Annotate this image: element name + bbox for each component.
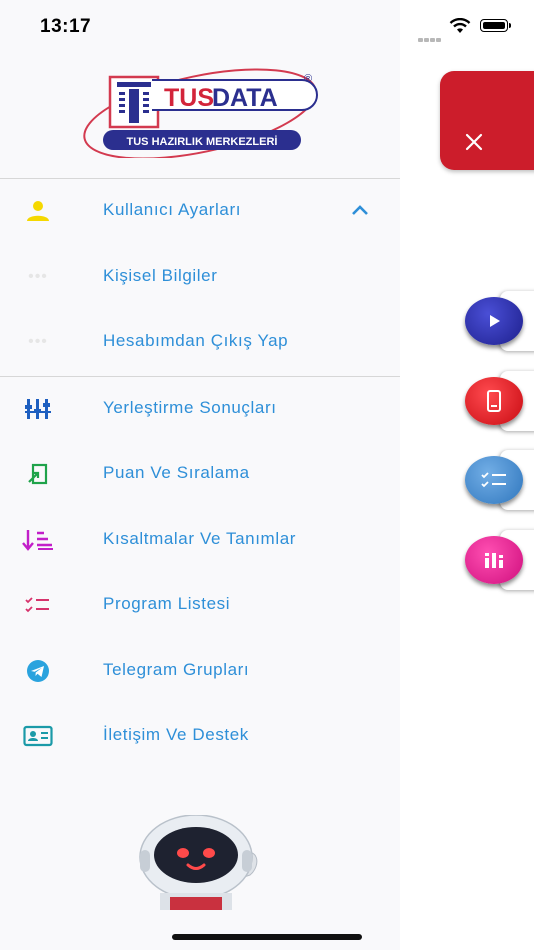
menu-item-score-ranking[interactable]: Puan Ve Sıralama <box>0 444 400 504</box>
menu-label: Kısaltmalar Ve Tanımlar <box>103 529 297 548</box>
menu-item-contact-support[interactable]: İletişim Ve Destek <box>0 706 400 766</box>
home-indicator[interactable] <box>172 934 362 940</box>
menu-item-telegram-groups[interactable]: Telegram Grupları <box>0 641 400 701</box>
wifi-icon <box>449 18 471 33</box>
menu-label: Hesabımdan Çıkış Yap <box>103 331 289 350</box>
dots-icon: ••• <box>28 268 48 285</box>
signal-icon <box>418 29 442 47</box>
menu-item-personal-info[interactable]: ••• Kişisel Bilgiler <box>0 247 400 307</box>
score-icon <box>22 462 54 486</box>
divider <box>0 178 400 179</box>
menu-label: Telegram Grupları <box>103 660 250 679</box>
menu-label: Kullanıcı Ayarları <box>103 200 242 219</box>
menu-item-abbreviations[interactable]: Kısaltmalar Ve Tanımlar <box>0 510 400 570</box>
menu-label: Kişisel Bilgiler <box>103 266 218 285</box>
battery-nub <box>509 23 511 28</box>
svg-text:DATA: DATA <box>212 84 278 112</box>
menu-label: Puan Ve Sıralama <box>103 463 250 482</box>
close-icon[interactable] <box>463 131 485 153</box>
dots-icon: ••• <box>28 333 48 350</box>
svg-text:TUS: TUS <box>164 84 214 112</box>
user-icon <box>22 199 54 223</box>
chart-button[interactable] <box>465 536 523 584</box>
battery-icon <box>480 19 508 32</box>
play-icon <box>490 315 500 327</box>
ranking-icon <box>22 397 54 421</box>
menu-label: Yerleştirme Sonuçları <box>103 398 277 417</box>
menu-item-user-settings[interactable]: Kullanıcı Ayarları <box>0 181 400 241</box>
menu-item-logout[interactable]: ••• Hesabımdan Çıkış Yap <box>0 312 400 372</box>
svg-text:TUS HAZIRLIK MERKEZLERİ: TUS HAZIRLIK MERKEZLERİ <box>127 135 278 148</box>
video-button[interactable] <box>465 297 523 345</box>
divider <box>0 376 400 377</box>
menu-label: İletişim Ve Destek <box>103 725 249 744</box>
sort-icon <box>22 528 54 552</box>
chart-icon <box>485 553 503 568</box>
mobile-button[interactable] <box>465 377 523 425</box>
svg-text:®: ® <box>304 73 312 85</box>
mobile-icon <box>487 390 501 412</box>
telegram-icon <box>22 659 54 683</box>
checklist-icon <box>481 472 506 488</box>
robot-mascot-image <box>130 814 265 910</box>
contact-card-icon <box>22 724 54 748</box>
menu-item-program-list[interactable]: Program Listesi <box>0 575 400 635</box>
close-panel[interactable] <box>440 71 534 170</box>
status-time: 13:17 <box>40 16 92 37</box>
tusdata-logo: TUS DATA ® TUS HAZIRLIK MERKEZLERİ <box>80 68 325 160</box>
checklist-icon <box>22 593 54 617</box>
menu-label: Program Listesi <box>103 594 231 613</box>
menu-item-placement-results[interactable]: Yerleştirme Sonuçları <box>0 379 400 439</box>
chevron-up-icon[interactable] <box>350 203 370 217</box>
checklist-button[interactable] <box>465 456 523 504</box>
status-bar: 13:17 <box>0 0 534 54</box>
